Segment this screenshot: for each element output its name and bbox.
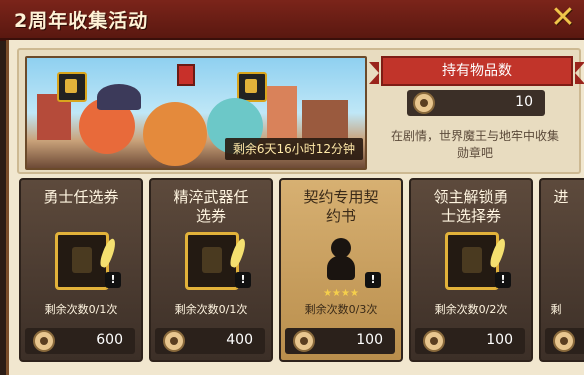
price-button[interactable] [545, 328, 584, 354]
price-button[interactable]: 400 [155, 328, 265, 354]
info-icon[interactable]: ! [495, 272, 511, 288]
medal-icon [553, 330, 575, 352]
medal-icon [423, 330, 445, 352]
medal-icon [33, 330, 55, 352]
reward-card-weapon-ticket[interactable]: 精淬武器任 选券 ! 剩余次数0/1次 400 [149, 178, 273, 362]
price-value: 100 [356, 332, 383, 348]
card-title-line: 士选择券 [440, 207, 501, 225]
page-title: 2周年收集活动 [14, 10, 149, 32]
remaining-count: 剩余次数0/1次 [174, 303, 248, 316]
building-art [267, 86, 297, 140]
holdings-count-box: 10 [407, 90, 545, 116]
event-info-area: 剩余6天16小时12分钟 持有物品数 10 在剧情，世界魔王与地牢中收集 勋章吧 [17, 48, 584, 174]
remaining-count: 剩余次数0/2次 [434, 303, 508, 316]
holdings-description: 在剧情，世界魔王与地牢中收集 勋章吧 [377, 128, 573, 162]
holdings-description-line: 在剧情，世界魔王与地牢中收集 [390, 129, 559, 143]
ticket-scroll-icon [55, 232, 118, 290]
card-title: 进 [541, 188, 581, 207]
hat-art [97, 84, 141, 110]
scroll-ticket-icon [57, 72, 87, 102]
reward-card-partial[interactable]: 进 剩 [539, 178, 584, 362]
card-title-line: 约书 [325, 207, 356, 225]
scroll-ticket-icon [237, 72, 267, 102]
card-title-line: 选券 [195, 207, 226, 225]
price-value: 400 [226, 332, 253, 348]
star-rating: ★★★★ [323, 288, 359, 299]
reward-card-hero-ticket[interactable]: 勇士任选券 ! 剩余次数0/1次 600 [19, 178, 143, 362]
medal-icon [163, 330, 185, 352]
card-title: 契约专用契 约书 [281, 188, 401, 226]
remaining-count: 剩 [550, 303, 562, 316]
card-title: 勇士任选券 [21, 188, 141, 207]
close-icon[interactable]: ✕ [548, 3, 578, 34]
card-title-line: 契约专用契 [303, 188, 379, 206]
card-title-line: 精淬武器任 [173, 188, 249, 206]
character-art [143, 102, 207, 166]
flag-icon [177, 64, 195, 86]
event-banner: 剩余6天16小时12分钟 [25, 56, 367, 170]
price-button[interactable]: 100 [415, 328, 525, 354]
title-bar: 2周年收集活动 ✕ [0, 0, 584, 41]
card-title: 精淬武器任 选券 [151, 188, 271, 226]
ticket-scroll-icon [185, 232, 248, 290]
info-icon[interactable]: ! [105, 272, 121, 288]
holdings-description-line: 勋章吧 [456, 146, 493, 160]
medal-icon [293, 330, 315, 352]
remaining-count: 剩余次数0/1次 [44, 303, 118, 316]
info-icon[interactable]: ! [235, 272, 251, 288]
price-value: 600 [96, 332, 123, 348]
event-panel: 剩余6天16小时12分钟 持有物品数 10 在剧情，世界魔王与地牢中收集 勋章吧… [6, 40, 584, 375]
price-button[interactable]: 100 [285, 328, 395, 354]
price-value: 100 [486, 332, 513, 348]
holdings-count: 10 [515, 94, 533, 110]
reward-card-lord-ticket[interactable]: 领主解锁勇 士选择券 ! 剩余次数0/2次 100 [409, 178, 533, 362]
info-icon[interactable]: ! [365, 272, 381, 288]
card-title-line: 进 [553, 188, 569, 206]
price-button[interactable]: 600 [25, 328, 135, 354]
reward-card-contract[interactable]: 契约专用契 约书 ! ★★★★ 剩余次数0/3次 100 [279, 178, 403, 362]
building-art [302, 100, 348, 140]
holdings-box: 持有物品数 10 在剧情，世界魔王与地牢中收集 勋章吧 [369, 56, 584, 166]
event-timer: 剩余6天16小时12分钟 [224, 138, 363, 160]
card-title-line: 勇士任选券 [43, 188, 119, 206]
card-title-line: 领主解锁勇 [433, 188, 509, 206]
holdings-title: 持有物品数 [369, 56, 584, 86]
medal-icon [413, 92, 435, 114]
hero-silhouette-icon [325, 238, 357, 282]
remaining-count: 剩余次数0/3次 [304, 303, 378, 316]
card-title: 领主解锁勇 士选择券 [411, 188, 531, 226]
ticket-scroll-icon [445, 232, 508, 290]
